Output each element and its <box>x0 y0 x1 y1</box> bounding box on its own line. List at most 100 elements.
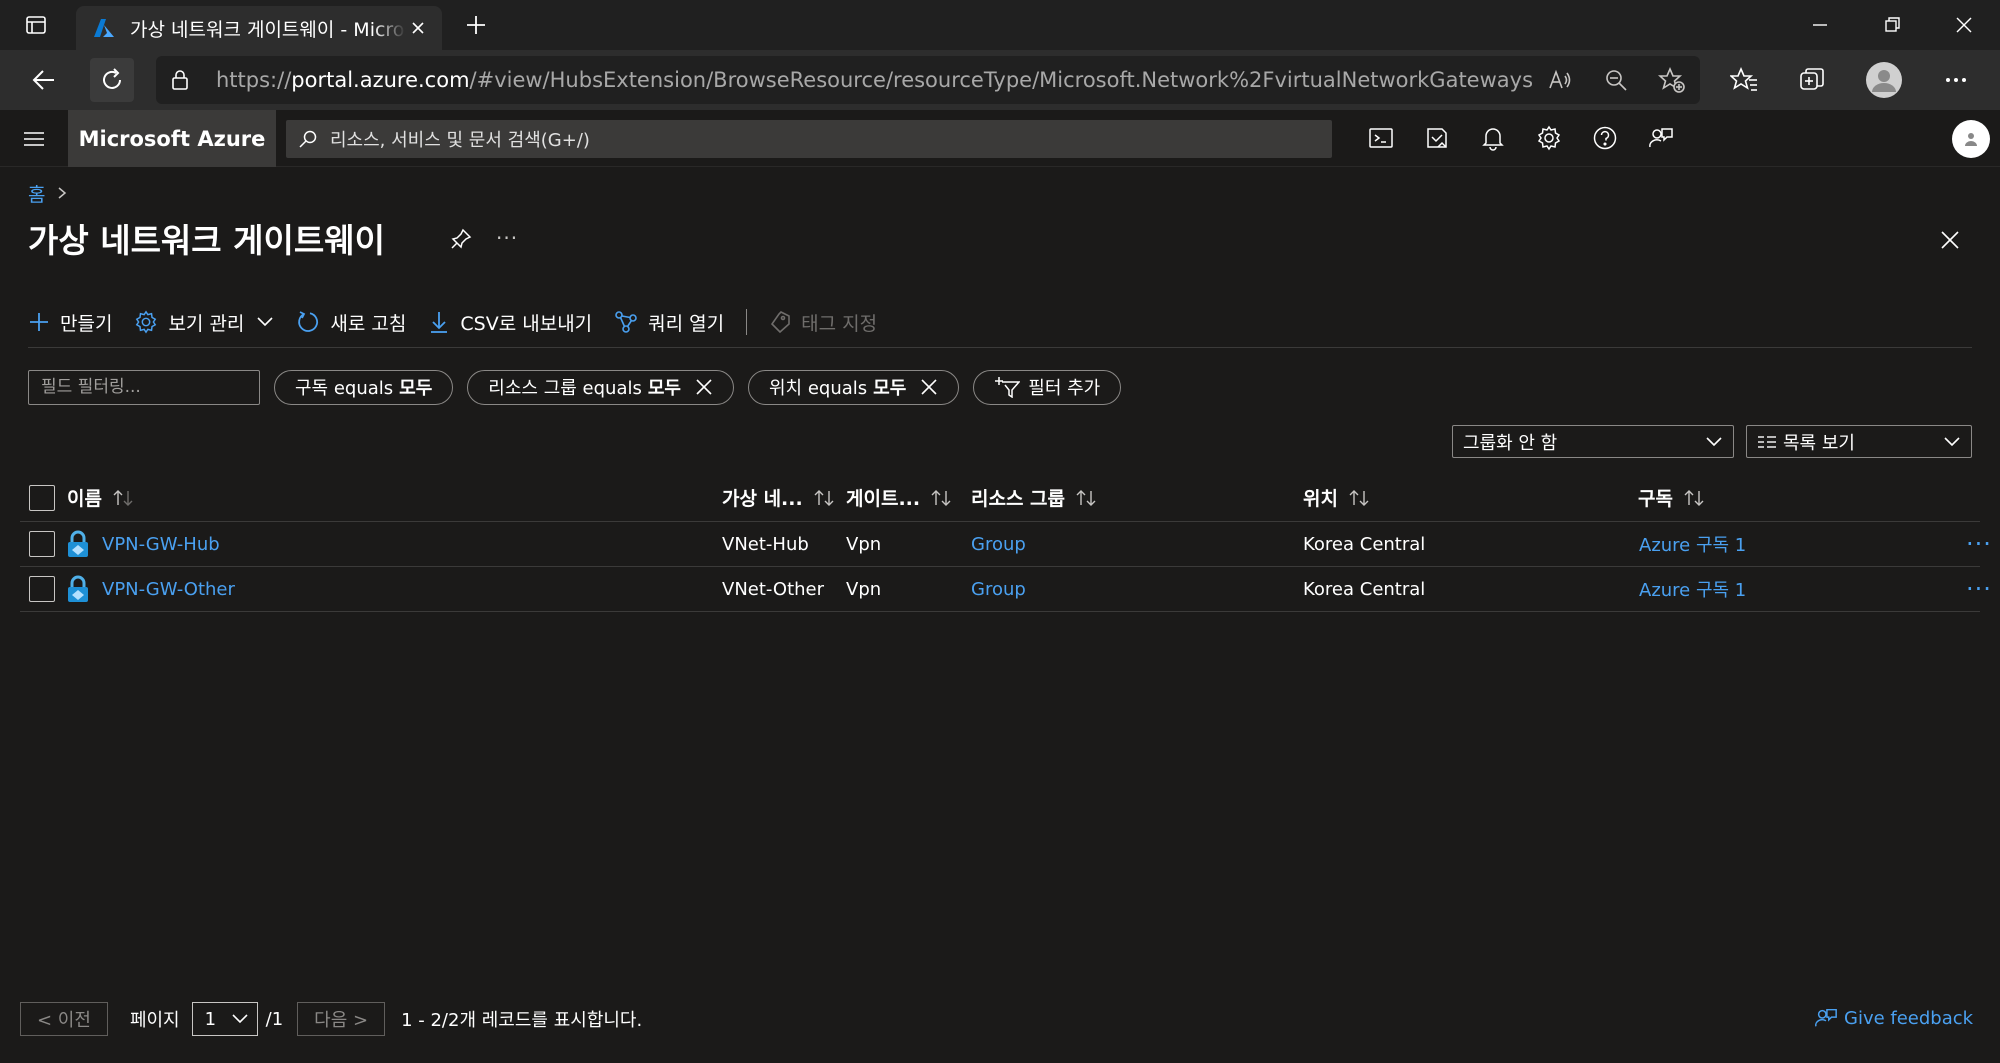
azure-brand[interactable]: Microsoft Azure <box>68 110 276 167</box>
breadcrumb: 홈 <box>28 180 67 207</box>
feedback-icon <box>1815 1008 1837 1027</box>
list-view-icon <box>1758 435 1776 448</box>
close-window-button[interactable] <box>1928 0 2000 50</box>
chevron-down-icon <box>1944 436 1960 446</box>
next-page-button[interactable]: 다음 > <box>297 1002 386 1036</box>
field-filter-input[interactable] <box>28 369 260 405</box>
page-label: 페이지 <box>129 1010 180 1031</box>
tab-actions-icon[interactable] <box>0 0 72 50</box>
remove-filter-icon[interactable] <box>695 378 713 396</box>
browser-menu-icon[interactable] <box>1934 58 1978 102</box>
more-options-icon[interactable]: ··· <box>496 226 518 250</box>
pin-icon[interactable] <box>450 228 472 255</box>
grouping-dropdown[interactable]: 그룹화 안 함 <box>1452 425 1734 458</box>
directory-filter-icon[interactable] <box>1417 118 1457 158</box>
browser-tab-bar: 가상 네트워크 게이트웨이 - Microsoft Azure <box>0 0 2000 50</box>
column-header-location[interactable]: 위치 <box>1303 474 1370 521</box>
row-more-icon[interactable]: ··· <box>1966 522 1992 566</box>
plus-icon <box>30 313 48 331</box>
sort-icon <box>1683 489 1705 507</box>
cell-gateway-type: Vpn <box>846 533 882 555</box>
column-header-gateway-type[interactable]: 게이트... <box>846 474 952 521</box>
minimize-button[interactable] <box>1784 0 1856 50</box>
column-header-vnet[interactable]: 가상 네... <box>722 474 835 521</box>
row-checkbox[interactable] <box>29 522 55 566</box>
cell-vnet: VNet-Hub <box>722 533 809 555</box>
open-query-button[interactable]: 쿼리 열기 <box>614 309 724 336</box>
subscription-link[interactable]: Azure 구독 1 <box>1639 567 1746 611</box>
restore-button[interactable] <box>1856 0 1928 50</box>
chevron-right-icon <box>57 183 67 205</box>
zoom-out-icon[interactable] <box>1588 67 1644 93</box>
refresh-button[interactable] <box>90 58 134 102</box>
settings-gear-icon[interactable] <box>1529 118 1569 158</box>
read-aloud-icon[interactable] <box>1532 67 1588 93</box>
tab-close-icon[interactable] <box>406 16 430 40</box>
chevron-down-icon <box>257 317 273 327</box>
view-mode-dropdown[interactable]: 목록 보기 <box>1746 425 1972 458</box>
resource-group-filter-pill[interactable]: 리소스 그룹 equals 모두 <box>467 369 734 405</box>
page-title: 가상 네트워크 게이트웨이 <box>28 221 385 260</box>
column-header-subscription[interactable]: 구독 <box>1638 474 1705 521</box>
resource-group-link[interactable]: Group <box>971 567 1026 611</box>
export-csv-button[interactable]: CSV로 내보내기 <box>428 309 592 336</box>
subscription-link[interactable]: Azure 구독 1 <box>1639 522 1746 566</box>
row-checkbox[interactable] <box>29 567 55 611</box>
page-select[interactable]: 1 <box>191 1002 258 1036</box>
breadcrumb-home-link[interactable]: 홈 <box>28 180 45 207</box>
select-all-checkbox[interactable] <box>29 474 55 521</box>
add-filter-icon <box>995 377 1021 398</box>
tab-title: 가상 네트워크 게이트웨이 - Microsoft Azure <box>130 18 406 41</box>
azure-top-bar: Microsoft Azure 리소스, 서비스 및 문서 검색(G+/) <box>0 110 2000 167</box>
filter-row: 구독 equals모두 리소스 그룹 equals모두 위치 equals모두 … <box>28 369 1135 405</box>
previous-page-button[interactable]: < 이전 <box>20 1002 108 1036</box>
create-button[interactable]: 만들기 <box>28 309 112 336</box>
add-favorite-icon[interactable] <box>1644 66 1700 94</box>
cloud-shell-icon[interactable] <box>1361 118 1401 158</box>
refresh-icon <box>298 311 319 332</box>
back-button[interactable] <box>22 58 66 102</box>
sort-icon <box>1075 489 1097 507</box>
portal-menu-icon[interactable] <box>0 110 68 167</box>
help-icon[interactable] <box>1585 118 1625 158</box>
account-avatar[interactable] <box>1952 120 1990 158</box>
assign-tags-button[interactable]: 태그 지정 <box>769 309 877 336</box>
lock-icon[interactable] <box>156 69 204 91</box>
table-row[interactable]: VPN-GW-Hub VNet-Hub Vpn Group Korea Cent… <box>20 522 1991 567</box>
profile-avatar-icon[interactable] <box>1862 58 1906 102</box>
feedback-header-icon[interactable] <box>1641 118 1681 158</box>
new-tab-button[interactable] <box>458 10 494 40</box>
chevron-down-icon <box>1706 436 1722 446</box>
tag-icon <box>771 311 790 334</box>
sort-icon <box>1348 489 1370 507</box>
sort-icon <box>930 489 952 507</box>
column-header-name[interactable]: 이름 <box>67 474 134 521</box>
favorites-icon[interactable] <box>1722 58 1766 102</box>
record-count: 1 - 2/2개 레코드를 표시합니다. <box>401 1010 643 1031</box>
vpn-gateway-icon <box>66 567 90 611</box>
remove-filter-icon[interactable] <box>920 378 938 396</box>
manage-view-button[interactable]: 보기 관리 <box>134 309 274 336</box>
page-total: /1 <box>265 1008 284 1030</box>
resource-name-link[interactable]: VPN-GW-Hub <box>102 522 220 566</box>
subscription-filter-pill[interactable]: 구독 equals 모두 <box>274 369 454 405</box>
collections-icon[interactable] <box>1790 58 1834 102</box>
refresh-command-button[interactable]: 새로 고침 <box>296 309 406 336</box>
browser-tab-active[interactable]: 가상 네트워크 게이트웨이 - Microsoft Azure <box>76 6 442 50</box>
row-more-icon[interactable]: ··· <box>1966 567 1992 611</box>
close-blade-icon[interactable] <box>1930 224 1970 256</box>
search-placeholder: 리소스, 서비스 및 문서 검색(G+/) <box>330 130 590 151</box>
azure-logo-icon <box>94 19 114 37</box>
column-header-resource-group[interactable]: 리소스 그룹 <box>971 474 1097 521</box>
cell-location: Korea Central <box>1303 578 1426 600</box>
global-search-input[interactable]: 리소스, 서비스 및 문서 검색(G+/) <box>286 120 1332 158</box>
table-row[interactable]: VPN-GW-Other VNet-Other Vpn Group Korea … <box>20 567 1991 612</box>
notifications-icon[interactable] <box>1473 118 1513 158</box>
resource-group-link[interactable]: Group <box>971 522 1026 566</box>
address-bar[interactable]: https://portal.azure.com/#view/HubsExten… <box>156 56 1700 104</box>
add-filter-button[interactable]: 필터 추가 <box>973 369 1122 405</box>
gear-icon <box>136 310 157 334</box>
give-feedback-link[interactable]: Give feedback <box>1814 1006 1973 1030</box>
resource-name-link[interactable]: VPN-GW-Other <box>102 567 235 611</box>
location-filter-pill[interactable]: 위치 equals 모두 <box>747 369 960 405</box>
